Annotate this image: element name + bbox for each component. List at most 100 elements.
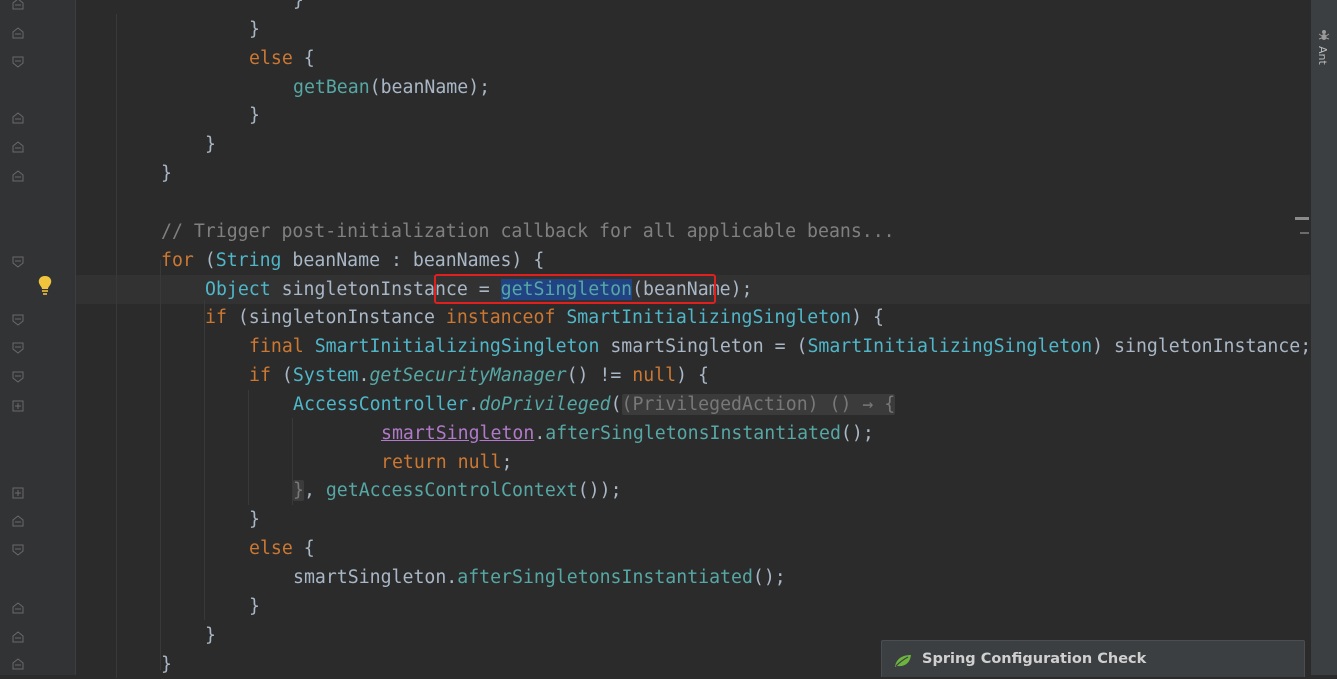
ant-tool-window-tab[interactable]: Ant [1316,46,1329,65]
code-token: } [249,18,260,40]
code-token: } [205,624,216,646]
code-line[interactable]: else { [76,534,1310,563]
ant-icon[interactable] [1318,26,1330,40]
code-token: SmartInitializingSingleton [566,307,852,329]
code-token: (singletonInstance [226,307,446,329]
fold-toggle-icon[interactable] [12,141,24,153]
code-line[interactable]: if (singletonInstance instanceof SmartIn… [76,303,1310,332]
code-token: smartSingleton [381,422,535,444]
code-line[interactable]: AccessController.doPrivileged((Privilege… [76,390,1310,419]
code-token: null [632,365,677,387]
fold-toggle-icon[interactable] [12,314,24,326]
fold-toggle-icon[interactable] [12,27,24,39]
code-token: ) { [676,365,709,387]
code-token: getSecurityManager [369,365,567,387]
fold-toggle-icon[interactable] [12,56,24,68]
code-token: () != [566,365,633,387]
indent-guide [160,260,161,670]
fold-toggle-icon[interactable] [12,342,24,354]
code-line[interactable]: }, getAccessControlContext()); [76,476,1310,505]
code-token: for [161,249,194,271]
code-token: (beanName); [369,76,491,98]
code-line[interactable]: smartSingleton.afterSingletonsInstantiat… [76,563,1310,592]
code-text: } [205,623,216,649]
code-token: ( [610,393,622,415]
code-text: } [249,594,260,620]
code-text: else { [249,46,315,72]
code-text: } [249,507,260,533]
fold-toggle-icon[interactable] [12,0,24,10]
indent-guide [292,418,293,505]
scrollbar-thumb[interactable] [1300,232,1309,234]
code-token: } [249,105,260,127]
code-token: ; [501,451,513,473]
code-text: } [161,652,172,678]
code-line[interactable]: } [76,0,1310,15]
code-token: } [161,653,172,675]
code-token: // Trigger post-initialization callback … [161,220,895,242]
code-token: } [249,595,260,617]
code-line[interactable] [76,188,1310,217]
code-token: else [249,538,293,560]
fold-toggle-icon[interactable] [12,658,24,670]
code-token: ()); [577,480,622,502]
fold-toggle-icon[interactable] [12,631,24,643]
code-line[interactable]: } [76,159,1310,188]
code-line[interactable]: getBean(beanName); [76,73,1310,102]
code-line[interactable]: return null; [76,448,1310,477]
code-token: String [215,249,282,271]
code-token: else [249,47,293,69]
fold-toggle-icon[interactable] [12,112,24,124]
code-line[interactable]: } [76,130,1310,159]
code-editor[interactable]: }} else {getBean(beanName);}}} // Trigger … [76,0,1312,679]
intention-bulb-icon[interactable] [37,275,53,297]
code-token: } [293,480,304,502]
code-text: if (singletonInstance instanceof SmartIn… [205,305,884,331]
fold-toggle-icon[interactable] [12,515,24,527]
fold-toggle-icon[interactable] [12,602,24,614]
code-line[interactable]: if (System.getSecurityManager() != null)… [76,361,1310,390]
code-token: . [468,393,480,415]
code-line[interactable]: smartSingleton.afterSingletonsInstantiat… [76,419,1310,448]
code-token: } [161,163,172,185]
code-token: AccessController [293,393,469,415]
code-line[interactable]: } [76,505,1310,534]
code-token: . [358,365,370,387]
code-line[interactable]: } [76,101,1310,130]
code-line[interactable]: final SmartInitializingSingleton smartSi… [76,332,1312,361]
code-token: smartSingleton = ( [599,336,808,358]
code-token: } [293,0,304,11]
fold-toggle-icon[interactable] [12,544,24,556]
code-token: SmartInitializingSingleton [807,336,1093,358]
spring-notification[interactable]: Spring Configuration Check [881,640,1305,677]
code-text: AccessController.doPrivileged((Privilege… [293,392,896,418]
code-token: } [249,509,260,531]
code-token: { [292,47,315,69]
code-text: } [293,0,304,14]
code-text: } [161,161,172,187]
code-line[interactable]: // Trigger post-initialization callback … [76,217,1310,246]
code-line[interactable]: for (String beanName : beanNames) { [76,246,1310,275]
code-text: else { [249,536,315,562]
code-text: }, getAccessControlContext()); [293,478,622,504]
fold-toggle-icon[interactable] [12,170,24,182]
code-token: ( [270,365,293,387]
fold-toggle-icon[interactable] [12,256,24,268]
code-token: SmartInitializingSingleton [314,336,600,358]
fold-toggle-icon[interactable] [12,400,24,412]
code-line[interactable]: } [76,592,1310,621]
indent-guide [248,390,249,505]
code-token: smartSingleton. [293,567,458,588]
notification-title: Spring Configuration Check [922,651,1147,667]
code-token: . [534,422,546,444]
code-token: null [457,451,502,473]
code-line[interactable]: else { [76,44,1310,73]
fold-toggle-icon[interactable] [12,487,24,499]
code-token: ) singletonInstance; [1092,336,1312,358]
code-text: } [205,132,216,158]
code-token: Object [205,278,271,300]
code-line[interactable]: } [76,15,1310,44]
code-token: System [292,365,359,387]
fold-toggle-icon[interactable] [12,371,24,383]
